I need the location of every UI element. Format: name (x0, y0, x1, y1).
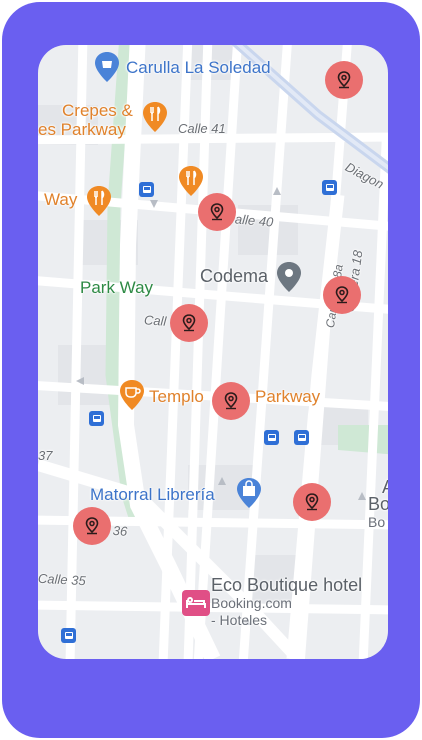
parkway-label[interactable]: Parkway (255, 388, 320, 405)
calle-41-label: Calle 41 (178, 121, 226, 136)
calle-label: Call (143, 312, 167, 329)
bus-stop-icon[interactable] (89, 411, 104, 426)
eco-boutique-label[interactable]: Eco Boutique hotel (211, 576, 362, 594)
location-pin-icon[interactable] (293, 483, 331, 521)
restaurant-icon[interactable] (178, 165, 204, 202)
place-pin-icon[interactable] (94, 51, 120, 88)
restaurant-icon[interactable] (142, 101, 168, 138)
location-pin-icon[interactable] (323, 276, 361, 314)
phone-frame: Carulla La Soledad Crepes & es Parkway C… (2, 2, 420, 738)
location-pin-icon[interactable] (170, 304, 208, 342)
bus-stop-icon[interactable] (322, 180, 337, 195)
booking-label: Booking.com (211, 595, 292, 611)
park-way-label[interactable]: Park Way (80, 279, 153, 296)
location-pin-icon[interactable] (212, 382, 250, 420)
templo-label[interactable]: Templo (149, 388, 204, 405)
place-pin-icon[interactable] (276, 261, 302, 298)
way-label[interactable]: Way (44, 191, 77, 208)
bus-stop-icon[interactable] (139, 182, 154, 197)
codema-label[interactable]: Codema (200, 267, 268, 285)
bus-stop-icon[interactable] (294, 430, 309, 445)
location-pin-icon[interactable] (325, 61, 363, 99)
location-pin-icon[interactable] (198, 193, 236, 231)
location-pin-icon[interactable] (73, 507, 111, 545)
calle-35-label: Calle 35 (38, 570, 87, 589)
restaurant-icon[interactable] (86, 185, 112, 222)
map-view[interactable]: Carulla La Soledad Crepes & es Parkway C… (38, 45, 388, 659)
carulla-label[interactable]: Carulla La Soledad (126, 59, 271, 76)
hotel-bed-icon[interactable] (182, 590, 210, 621)
hoteles-label: - Hoteles (211, 612, 268, 628)
matorral-label[interactable]: Matorral Librería (90, 486, 215, 503)
cafe-icon[interactable] (119, 379, 145, 416)
shopping-bag-icon[interactable] (236, 477, 262, 514)
bus-stop-icon[interactable] (264, 430, 279, 445)
calle-40-label: alle 40 (234, 211, 274, 230)
bo-label-2: Bo (368, 514, 386, 530)
crepes-label-line1[interactable]: Crepes & (62, 102, 133, 119)
a-label: A (382, 478, 388, 496)
number-37-label: 37 (38, 448, 53, 463)
bo-label-1: Bo (368, 494, 388, 514)
crepes-label-line2[interactable]: es Parkway (38, 121, 126, 138)
bus-stop-icon[interactable] (61, 628, 76, 643)
